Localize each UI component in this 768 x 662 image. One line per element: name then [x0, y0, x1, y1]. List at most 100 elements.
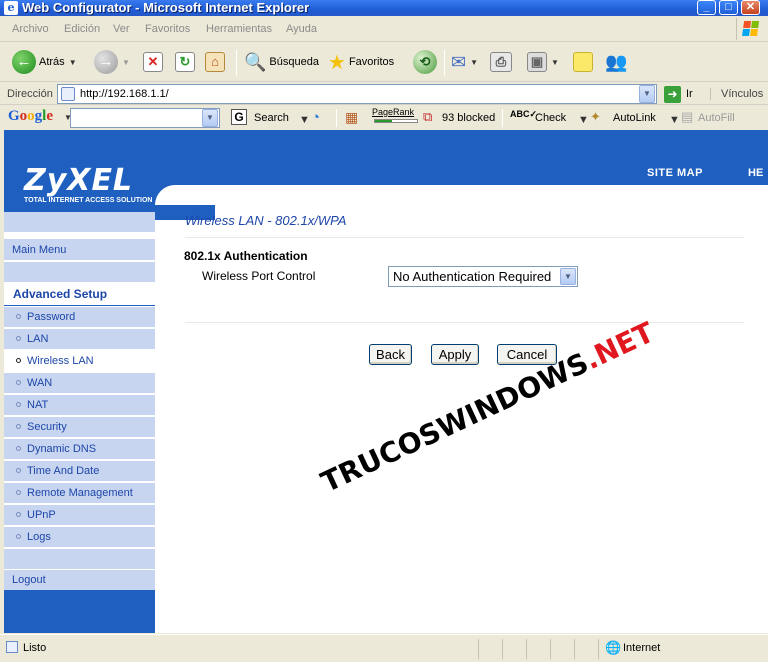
favorites-button[interactable]: ★ Favoritos	[328, 48, 394, 76]
back-label: Atrás	[39, 56, 65, 68]
zone-cell: 🌐 Internet	[598, 639, 768, 659]
windows-logo-icon	[736, 18, 762, 40]
forward-dropdown-icon[interactable]: ▼	[122, 58, 130, 67]
sidebar-item-label: Dynamic DNS	[27, 443, 97, 455]
messenger-icon: 👥	[605, 51, 628, 72]
sidebar-spacer	[4, 549, 155, 570]
watermark-text: TRUCOSWINDOWS	[316, 346, 594, 499]
check-button[interactable]: Check	[535, 112, 566, 124]
sidebar-item-remote-management[interactable]: Remote Management	[4, 483, 155, 504]
back-dropdown-icon[interactable]: ▼	[69, 58, 77, 67]
sidebar-item-wan[interactable]: WAN	[4, 373, 155, 394]
sidebar-item-label: Time And Date	[27, 465, 100, 477]
sidebar-main-menu-label: Main Menu	[12, 244, 67, 256]
back-button[interactable]: ← Atrás ▼	[12, 48, 77, 76]
home-button[interactable]: ⌂	[205, 48, 225, 76]
section-title: 802.1x Authentication	[184, 249, 308, 263]
help-link[interactable]: HE	[748, 167, 763, 179]
print-button[interactable]: ⎙	[490, 48, 512, 76]
popup-blocker-icon: ⧉	[423, 109, 433, 124]
status-cell	[550, 639, 572, 659]
google-search-button[interactable]: Search	[254, 112, 289, 124]
mail-icon: ✉	[451, 51, 467, 72]
news-icon[interactable]: ◔	[311, 109, 320, 126]
sidebar-item-label: WAN	[27, 377, 53, 389]
wireless-port-control-select[interactable]: No Authentication Required ▼	[388, 266, 578, 287]
search-icon: 🔍	[244, 51, 267, 72]
sidebar-item-logs[interactable]: Logs	[4, 527, 155, 548]
mail-dropdown-icon[interactable]: ▼	[470, 58, 478, 67]
menu-archivo[interactable]: Archivo	[12, 23, 49, 35]
popup-blocked-count[interactable]: 93 blocked	[442, 112, 495, 124]
maximize-button[interactable]: □	[719, 0, 738, 15]
menu-ver[interactable]: Ver	[113, 23, 130, 35]
go-button[interactable]: Ir	[686, 88, 693, 100]
sidebar-item-dynamic-dns[interactable]: Dynamic DNS	[4, 439, 155, 460]
autolink-button[interactable]: AutoLink	[613, 112, 656, 124]
standard-toolbar: ← Atrás ▼ → ▼ ✕ ↻ ⌂ 🔍 Búsqueda ★ Favorit…	[0, 42, 768, 82]
menu-edicion[interactable]: Edición	[64, 23, 100, 35]
refresh-icon: ↻	[175, 52, 195, 72]
refresh-button[interactable]: ↻	[175, 48, 195, 76]
menu-favoritos[interactable]: Favoritos	[145, 23, 190, 35]
autolink-dropdown-icon[interactable]: ▼	[669, 114, 680, 126]
sidebar-spacer	[4, 262, 155, 283]
sidebar-item-upnp[interactable]: UPnP	[4, 505, 155, 526]
sidebar-logout[interactable]: Logout	[4, 570, 155, 592]
sidebar-item-nat[interactable]: NAT	[4, 395, 155, 416]
check-dropdown-icon[interactable]: ▼	[578, 114, 589, 126]
edit-dropdown-icon[interactable]: ▼	[551, 58, 559, 67]
links-button[interactable]: Vínculos	[710, 88, 763, 100]
google-search-input[interactable]: ▼	[70, 108, 220, 128]
divider	[185, 322, 744, 323]
page-title: Wireless LAN - 802.1x/WPA	[185, 213, 347, 228]
mail-button[interactable]: ✉ ▼	[451, 48, 478, 76]
pagerank-bar	[374, 119, 418, 123]
messenger-button[interactable]: 👥	[605, 48, 627, 76]
sidebar-main-menu[interactable]: Main Menu	[4, 239, 155, 261]
sidebar-item-time-and-date[interactable]: Time And Date	[4, 461, 155, 482]
page-icon	[61, 87, 75, 101]
apply-button[interactable]: Apply	[431, 344, 479, 365]
sidebar-item-password[interactable]: Password	[4, 307, 155, 328]
status-text: Listo	[23, 642, 47, 654]
stop-button[interactable]: ✕	[143, 48, 163, 76]
sidebar-item-wireless-lan[interactable]: Wireless LAN	[4, 351, 155, 372]
google-logo[interactable]: Google	[8, 108, 53, 125]
chevron-down-icon[interactable]: ▼	[560, 268, 576, 285]
bullet-icon	[16, 534, 21, 539]
globe-icon: 🌐	[605, 640, 622, 655]
close-button[interactable]: ✕	[741, 0, 760, 15]
address-input[interactable]: http://192.168.1.1/ ▼	[57, 84, 657, 104]
search-options-dropdown-icon[interactable]: ▼	[299, 114, 310, 126]
forward-button[interactable]: → ▼	[94, 48, 130, 76]
search-button[interactable]: 🔍 Búsqueda	[244, 48, 319, 76]
menu-ayuda[interactable]: Ayuda	[286, 23, 317, 35]
autofill-button[interactable]: AutoFill	[698, 112, 735, 124]
window-title-bar: e Web Configurator - Microsoft Internet …	[0, 0, 768, 16]
sidebar-item-lan[interactable]: LAN	[4, 329, 155, 350]
menu-herramientas[interactable]: Herramientas	[206, 23, 272, 35]
sidebar: Main Menu Advanced Setup Password LAN Wi…	[4, 212, 155, 633]
site-map-link[interactable]: SITE MAP	[647, 167, 703, 179]
go-arrow-icon[interactable]: ➜	[664, 86, 681, 103]
header-curve	[155, 185, 768, 205]
edit-button[interactable]: ▣ ▼	[527, 48, 559, 76]
forward-arrow-icon: →	[94, 50, 118, 74]
history-button[interactable]: ⟲	[413, 48, 437, 76]
autofill-icon: ▤	[681, 109, 694, 124]
sidebar-item-label: Password	[27, 311, 76, 323]
bullet-icon	[16, 512, 21, 517]
header-top-band	[4, 130, 768, 157]
status-cell	[478, 639, 500, 659]
watermark-suffix: .NET	[579, 315, 660, 377]
address-dropdown-icon[interactable]: ▼	[639, 85, 655, 103]
wireless-port-control-label: Wireless Port Control	[202, 269, 316, 283]
back-form-button[interactable]: Back	[369, 344, 412, 365]
autolink-icon: ✦	[590, 109, 601, 124]
favorites-label: Favoritos	[348, 56, 395, 68]
sidebar-item-security[interactable]: Security	[4, 417, 155, 438]
discuss-button[interactable]	[573, 48, 593, 76]
google-search-dropdown-icon[interactable]: ▼	[202, 109, 218, 127]
minimize-button[interactable]: _	[697, 0, 716, 15]
